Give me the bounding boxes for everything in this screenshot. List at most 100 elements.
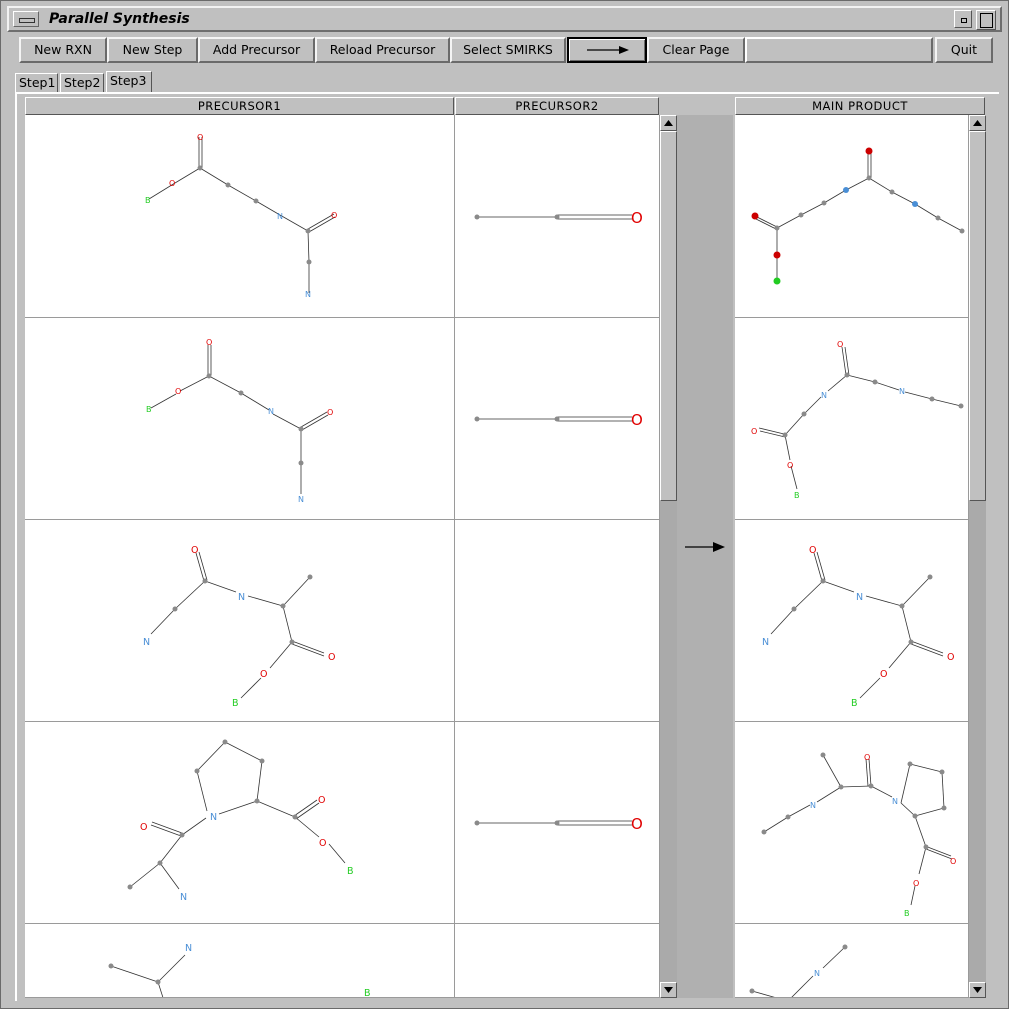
precursor1-cell[interactable]: N O O O B N bbox=[25, 722, 455, 924]
precursor1-cell[interactable]: B O O N O N bbox=[25, 318, 455, 520]
molecule-structure: O bbox=[474, 815, 643, 833]
oxygen-atom: O bbox=[331, 211, 337, 220]
molecule-structure: O bbox=[474, 209, 643, 227]
select-smirks-button[interactable]: Select SMIRKS bbox=[450, 37, 566, 63]
minimize-button[interactable] bbox=[954, 10, 972, 28]
precursor2-cell-empty[interactable] bbox=[455, 520, 660, 722]
nitrogen-atom: N bbox=[210, 812, 217, 823]
nitrogen-atom: N bbox=[762, 637, 769, 648]
nitrogen-atom: N bbox=[892, 797, 898, 806]
nitrogen-atom: N bbox=[180, 892, 187, 903]
product-scrollbar[interactable] bbox=[969, 115, 986, 998]
molecule-structure: O N N O O B bbox=[143, 545, 335, 709]
boron-atom: B bbox=[851, 698, 858, 709]
oxygen-atom: O bbox=[319, 838, 326, 849]
precursor2-cell-empty[interactable] bbox=[455, 924, 660, 998]
app-window: Parallel Synthesis New RXN New Step Add … bbox=[0, 0, 1009, 1009]
molecule-structure: B O O N O N bbox=[751, 340, 964, 500]
precursor2-header: PRECURSOR2 bbox=[455, 97, 659, 115]
precursor2-cell[interactable]: O bbox=[455, 115, 660, 318]
tab-step3[interactable]: Step3 bbox=[106, 71, 152, 93]
scroll-thumb[interactable] bbox=[969, 131, 986, 501]
precursor1-header: PRECURSOR1 bbox=[25, 97, 454, 115]
window-menu-button[interactable] bbox=[13, 11, 39, 27]
scroll-down-arrow[interactable] bbox=[969, 982, 986, 998]
molecule-structure: N O N O O B bbox=[761, 752, 956, 918]
molecule-structure: O bbox=[474, 411, 643, 429]
precursor1-cell[interactable]: N B bbox=[25, 924, 455, 998]
boron-atom: B bbox=[232, 698, 239, 709]
run-reaction-button[interactable] bbox=[567, 37, 647, 63]
main-product-header: MAIN PRODUCT bbox=[735, 97, 985, 115]
nitrogen-atom: N bbox=[238, 592, 245, 603]
boron-atom: B bbox=[794, 491, 800, 500]
product-grid: B O O N O N O N N O O B N O N O O B N bbox=[735, 115, 969, 998]
nitrogen-atom: N bbox=[185, 943, 192, 954]
oxygen-atom: O bbox=[328, 652, 335, 663]
oxygen-atom: O bbox=[809, 545, 816, 556]
boron-atom: B bbox=[364, 988, 371, 998]
oxygen-atom: O bbox=[175, 387, 181, 396]
oxygen-atom: O bbox=[327, 408, 333, 417]
tab-step1[interactable]: Step1 bbox=[15, 73, 58, 93]
precursor1-cell[interactable]: O N N O O B bbox=[25, 520, 455, 722]
oxygen-atom: O bbox=[631, 209, 643, 227]
clear-page-button[interactable]: Clear Page bbox=[647, 37, 745, 63]
oxygen-atom: O bbox=[864, 753, 870, 762]
reaction-arrow-strip bbox=[677, 115, 733, 998]
precursor1-cell[interactable]: B O O N O N bbox=[25, 115, 455, 318]
reload-precursor-button[interactable]: Reload Precursor bbox=[315, 37, 450, 63]
oxygen-atom: O bbox=[880, 669, 887, 680]
oxygen-atom: O bbox=[751, 427, 757, 436]
nitrogen-atom: N bbox=[277, 212, 283, 221]
molecule-structure: B O O N O N bbox=[145, 133, 337, 299]
molecule-structure: N bbox=[749, 944, 848, 997]
window-title: Parallel Synthesis bbox=[49, 11, 190, 27]
molecule-structure: B O O N O N bbox=[146, 338, 333, 504]
quit-button[interactable]: Quit bbox=[935, 37, 993, 63]
molecule-structure: N B bbox=[108, 943, 371, 998]
precursor2-cell[interactable]: O bbox=[455, 318, 660, 520]
product-cell[interactable] bbox=[735, 115, 969, 318]
tab-step2[interactable]: Step2 bbox=[60, 73, 104, 93]
nitrogen-atom: N bbox=[305, 290, 311, 299]
boron-atom: B bbox=[145, 196, 151, 205]
boron-atom: B bbox=[347, 866, 354, 877]
molecule-structure bbox=[751, 147, 965, 285]
nitrogen-atom: N bbox=[298, 495, 304, 504]
title-bar[interactable]: Parallel Synthesis bbox=[7, 6, 1002, 32]
oxygen-atom: O bbox=[260, 669, 267, 680]
precursor2-cell[interactable]: O bbox=[455, 722, 660, 924]
nitrogen-atom: N bbox=[268, 407, 274, 416]
oxygen-atom: O bbox=[318, 795, 325, 806]
molecule-structure: N O O O B N bbox=[127, 739, 354, 903]
new-rxn-button[interactable]: New RXN bbox=[19, 37, 107, 63]
scroll-thumb[interactable] bbox=[660, 131, 677, 501]
oxygen-atom: O bbox=[140, 822, 147, 833]
product-cell[interactable]: N bbox=[735, 924, 969, 998]
add-precursor-button[interactable]: Add Precursor bbox=[198, 37, 315, 63]
scroll-down-arrow[interactable] bbox=[660, 982, 677, 998]
arrow-right-icon bbox=[685, 542, 725, 552]
product-cell[interactable]: N O N O O B bbox=[735, 722, 969, 924]
nitrogen-atom: N bbox=[899, 387, 905, 396]
scroll-up-arrow[interactable] bbox=[660, 115, 677, 131]
nitrogen-atom: N bbox=[856, 592, 863, 603]
oxygen-atom: O bbox=[191, 545, 198, 556]
nitrogen-atom: N bbox=[821, 391, 827, 400]
oxygen-atom: O bbox=[197, 133, 203, 142]
nitrogen-atom: N bbox=[810, 801, 816, 810]
arrow-right-icon bbox=[587, 46, 629, 54]
blank-toolbar-slot bbox=[745, 37, 933, 63]
precursor-scrollbar[interactable] bbox=[660, 115, 677, 998]
new-step-button[interactable]: New Step bbox=[107, 37, 198, 63]
oxygen-atom: O bbox=[913, 879, 919, 888]
oxygen-atom: O bbox=[631, 411, 643, 429]
scroll-up-arrow[interactable] bbox=[969, 115, 986, 131]
product-cell[interactable]: O N N O O B bbox=[735, 520, 969, 722]
oxygen-atom: O bbox=[169, 179, 175, 188]
maximize-button[interactable] bbox=[976, 10, 996, 30]
product-cell[interactable]: B O O N O N bbox=[735, 318, 969, 520]
molecule-structure: O N N O O B bbox=[762, 545, 954, 709]
oxygen-atom: O bbox=[631, 815, 643, 833]
